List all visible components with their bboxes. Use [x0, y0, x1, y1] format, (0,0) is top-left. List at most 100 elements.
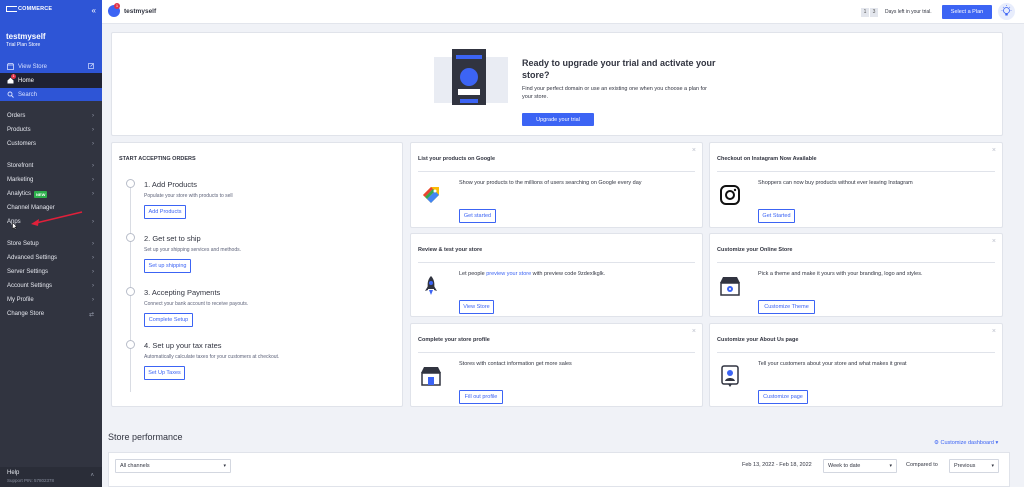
sidebar-item-home[interactable]: 1 Home	[0, 73, 102, 88]
sidebar-item-search[interactable]: Search	[0, 88, 102, 101]
sidebar-item-analytics[interactable]: Analytics NEW ›	[0, 187, 102, 201]
google-tile: × List your products on Google Show your…	[410, 142, 703, 228]
home-badge: 1	[11, 74, 16, 79]
sidebar-item-account-settings[interactable]: Account Settings ›	[0, 279, 102, 293]
step-4-status-icon	[126, 340, 135, 349]
complete-setup-button[interactable]: Complete Setup	[144, 313, 193, 327]
step-2-title: 2. Get set to ship	[144, 234, 201, 243]
sidebar-item-store-setup[interactable]: Store Setup ›	[0, 237, 102, 251]
select-plan-button[interactable]: Select a Plan	[942, 5, 992, 19]
customize-page-button[interactable]: Customize page	[758, 390, 808, 404]
step-2-status-icon	[126, 233, 135, 242]
step-1-title: 1. Add Products	[144, 180, 197, 189]
sidebar-item-advanced-settings[interactable]: Advanced Settings ›	[0, 251, 102, 265]
date-range: Feb 13, 2022 - Feb 18, 2022	[742, 462, 812, 468]
compared-to-label: Compared to	[906, 462, 938, 468]
close-icon[interactable]: ×	[992, 238, 996, 245]
chevron-down-icon: ▾	[889, 463, 892, 469]
sidebar-header: COMMERCE « testmyself Trial Plan Store	[0, 0, 102, 60]
sidebar-item-server-settings[interactable]: Server Settings ›	[0, 265, 102, 279]
google-tile-text: Show your products to the millions of us…	[459, 180, 642, 186]
instagram-tile-title: Checkout on Instagram Now Available	[717, 156, 817, 162]
sidebar-item-marketing[interactable]: Marketing ›	[0, 173, 102, 187]
add-products-button[interactable]: Add Products	[144, 205, 186, 219]
set-up-taxes-button[interactable]: Set Up Taxes	[144, 366, 185, 380]
sidebar-item-view-store[interactable]: View Store	[0, 60, 102, 73]
new-badge: NEW	[34, 190, 48, 198]
chevron-down-icon: ▾	[991, 463, 994, 469]
chevron-right-icon: ›	[92, 297, 94, 303]
upgrade-illustration-icon	[434, 49, 508, 105]
review-tile-text: Let people preview your store with previ…	[459, 271, 606, 277]
customize-dashboard-link[interactable]: ⚙ Customize dashboard ▾	[934, 440, 998, 446]
google-get-started-button[interactable]: Get started	[459, 209, 496, 223]
sidebar-item-help[interactable]: Help Support PIN: 57802378 ˄	[0, 467, 102, 487]
sidebar-item-change-store[interactable]: Change Store ⇄	[0, 307, 102, 321]
chevron-right-icon: ›	[92, 241, 94, 247]
step-1-description: Populate your store with products to sel…	[144, 193, 233, 199]
brand-mark-icon	[6, 6, 17, 12]
home-icon: 1	[7, 74, 16, 84]
store-profile-tile: × Complete your store profile Stores wit…	[410, 323, 703, 407]
swap-icon: ⇄	[88, 311, 94, 318]
chevron-right-icon: ›	[92, 191, 94, 197]
customize-tile-text: Pick a theme and make it yours with your…	[758, 271, 923, 277]
rocket-icon	[425, 276, 437, 295]
close-icon[interactable]: ×	[992, 328, 996, 335]
trial-text: Days left in your trial.	[885, 9, 932, 15]
collapse-sidebar-icon[interactable]: «	[92, 6, 96, 15]
compare-select[interactable]: Previous ▾	[949, 459, 999, 473]
instagram-icon	[720, 185, 740, 205]
instagram-tile-text: Shoppers can now buy products without ev…	[758, 180, 913, 186]
trial-days-counter: 1 3	[861, 8, 878, 17]
gear-icon: ⚙	[934, 440, 939, 446]
channel-select[interactable]: All channels ▾	[115, 459, 231, 473]
close-icon[interactable]: ×	[692, 147, 696, 154]
profile-tile-title: Complete your store profile	[418, 337, 490, 343]
mouse-cursor-icon	[12, 222, 18, 230]
banner-title: Ready to upgrade your trial and activate…	[522, 58, 716, 80]
chevron-right-icon: ›	[92, 255, 94, 261]
sidebar-item-orders[interactable]: Orders ›	[0, 109, 102, 123]
profile-tile-text: Stores with contact information get more…	[459, 361, 572, 367]
chevron-right-icon: ›	[92, 113, 94, 119]
chevron-right-icon: ›	[92, 269, 94, 275]
external-link-icon	[88, 62, 94, 71]
customize-theme-button[interactable]: Customize Theme	[758, 300, 815, 314]
period-select[interactable]: Week to date ▾	[823, 459, 897, 473]
annotation-arrow-icon	[31, 211, 83, 226]
profile-card-icon	[721, 365, 739, 387]
fill-out-profile-button[interactable]: Fill out profile	[459, 390, 503, 404]
sidebar-item-customers[interactable]: Customers ›	[0, 137, 102, 151]
instagram-tile: × Checkout on Instagram Now Available Sh…	[709, 142, 1003, 228]
chevron-right-icon: ›	[92, 177, 94, 183]
chevron-right-icon: ›	[92, 163, 94, 169]
instagram-get-started-button[interactable]: Get Started	[758, 209, 795, 223]
store-plan: Trial Plan Store	[6, 42, 41, 48]
google-tile-title: List your products on Google	[418, 156, 495, 162]
upgrade-banner: Ready to upgrade your trial and activate…	[111, 32, 1003, 136]
set-up-shipping-button[interactable]: Set up shipping	[144, 259, 191, 273]
about-us-tile: × Customize your About Us page Tell your…	[709, 323, 1003, 407]
close-icon[interactable]: ×	[692, 328, 696, 335]
sidebar-item-products[interactable]: Products ›	[0, 123, 102, 137]
upgrade-trial-button[interactable]: Upgrade your trial	[522, 113, 594, 126]
review-store-tile: Review & test your store Let people prev…	[410, 233, 703, 317]
banner-description: Find your perfect domain or use an exist…	[522, 86, 707, 100]
step-1-status-icon	[126, 179, 135, 188]
about-tile-text: Tell your customers about your store and…	[758, 361, 907, 367]
google-tag-icon	[423, 187, 439, 203]
close-icon[interactable]: ×	[992, 147, 996, 154]
about-tile-title: Customize your About Us page	[717, 337, 799, 343]
lightbulb-icon[interactable]	[998, 3, 1015, 20]
sidebar-item-storefront[interactable]: Storefront ›	[0, 159, 102, 173]
sidebar-item-my-profile[interactable]: My Profile ›	[0, 293, 102, 307]
review-tile-title: Review & test your store	[418, 247, 483, 253]
preview-store-link[interactable]: preview your store	[486, 271, 531, 277]
view-store-button[interactable]: View Store	[459, 300, 494, 314]
chevron-right-icon: ›	[92, 283, 94, 289]
store-name: testmyself	[6, 32, 46, 41]
step-2-description: Set up your shipping services and method…	[144, 247, 241, 253]
orders-card-title: START ACCEPTING ORDERS	[119, 156, 196, 162]
chevron-up-icon: ˄	[90, 473, 94, 479]
